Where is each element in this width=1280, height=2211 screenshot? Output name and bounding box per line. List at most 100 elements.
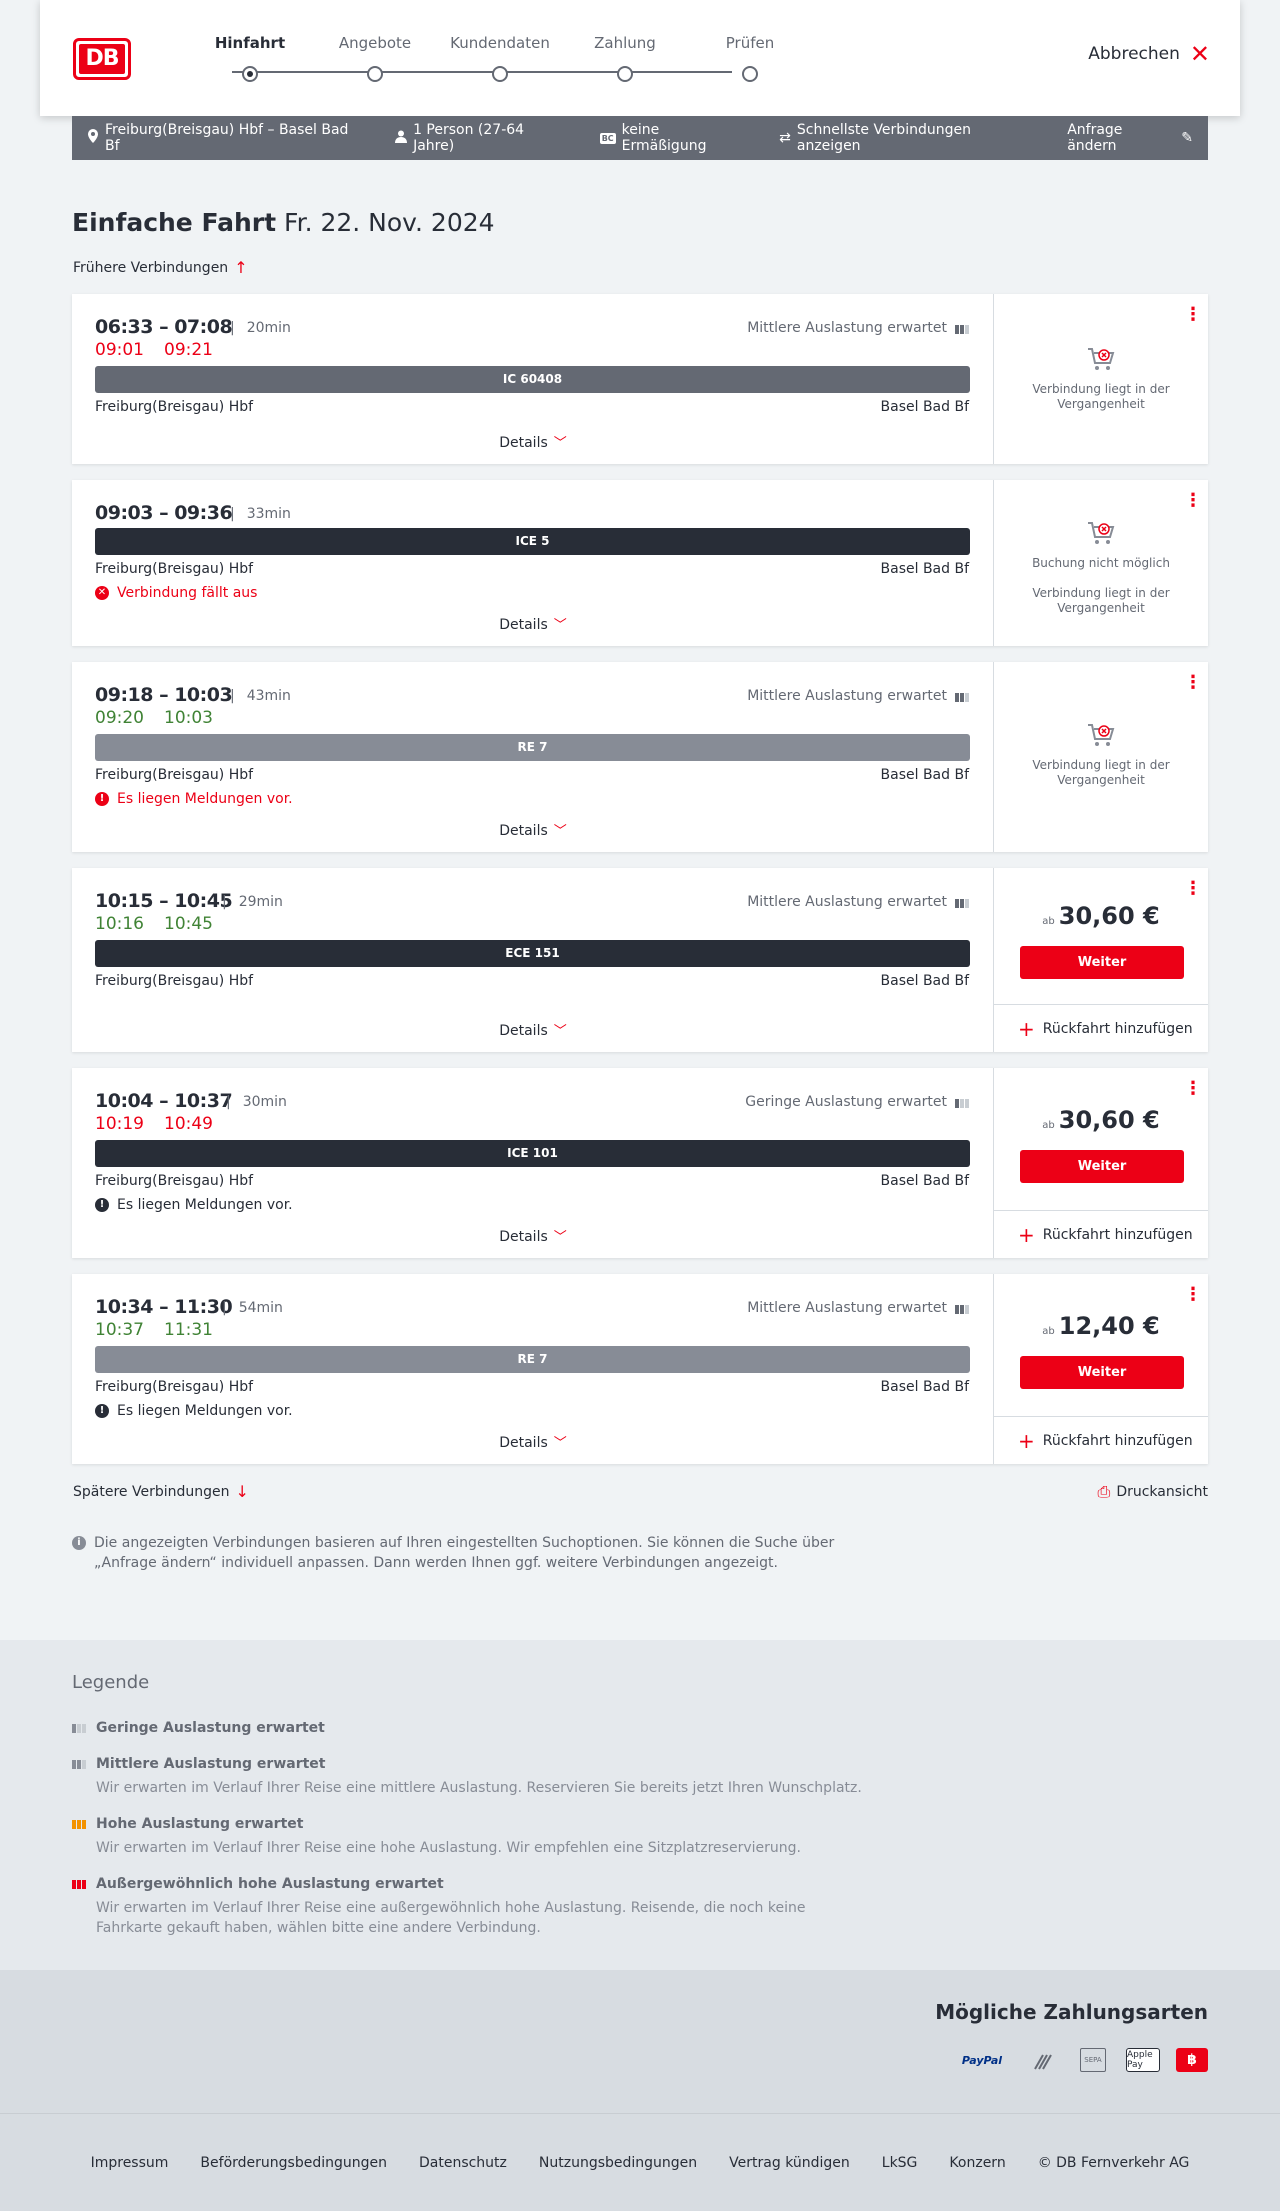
status-text: Verbindung liegt in der Vergangenheit — [994, 722, 1208, 788]
legend-item-high: Hohe Auslastung erwartet Wir erwarten im… — [72, 1816, 872, 1858]
swap-arrows-icon: ⇄ — [779, 130, 791, 146]
chevron-down-icon: ﹀ — [553, 1436, 567, 1451]
alert-icon: ! — [95, 1404, 109, 1418]
load-icon — [955, 1096, 969, 1108]
db-logo[interactable]: DB — [73, 38, 131, 80]
details-toggle[interactable]: Details ﹀ — [72, 1020, 994, 1039]
planned-times: 06:33 – 07:08 — [95, 316, 233, 338]
train-bar: RE 7 — [95, 1346, 970, 1373]
footer-link-konzern[interactable]: Konzern — [949, 2155, 1005, 2171]
departure-station: Freiburg(Breisgau) Hbf — [95, 1379, 254, 1395]
notice-message: ! Es liegen Meldungen vor. — [95, 1403, 293, 1419]
person-icon — [395, 130, 408, 147]
connection-card[interactable]: 10:34 – 11:30 54min Mittlere Auslastung … — [72, 1274, 1208, 1464]
footer-link-impressum[interactable]: Impressum — [91, 2155, 169, 2171]
departure-station: Freiburg(Breisgau) Hbf — [95, 399, 254, 415]
payment-methods-section: Mögliche Zahlungsarten PayPal SEPA Apple… — [0, 1970, 1280, 2113]
realtime-times: 09:01 09:21 — [95, 340, 213, 360]
connection-card[interactable]: 10:04 – 10:37 30min Geringe Auslastung e… — [72, 1068, 1208, 1258]
print-view-link[interactable]: ⎙ Druckansicht — [1098, 1482, 1208, 1502]
chevron-down-icon: ﹀ — [553, 618, 567, 633]
cancel-button[interactable]: Abbrechen ✕ — [1088, 42, 1210, 66]
details-toggle[interactable]: Details ﹀ — [72, 432, 994, 451]
step-hinfahrt[interactable]: Hinfahrt — [200, 34, 300, 82]
later-connections-link[interactable]: Spätere Verbindungen ↓ — [73, 1482, 249, 1501]
footer-link-befoerderungsbedingungen[interactable]: Beförderungsbedingungen — [200, 2155, 387, 2171]
credit-card-icon — [1030, 2048, 1060, 2072]
departure-station: Freiburg(Breisgau) Hbf — [95, 767, 254, 783]
chevron-down-icon: ﹀ — [553, 824, 567, 839]
notice-message: ! Es liegen Meldungen vor. — [95, 791, 293, 807]
footer-link-datenschutz[interactable]: Datenschutz — [419, 2155, 507, 2171]
footer-link-lksg[interactable]: LkSG — [882, 2155, 918, 2171]
planned-times: 10:34 – 11:30 — [95, 1296, 233, 1318]
add-return-button[interactable]: + Rückfahrt hinzufügen — [994, 1416, 1208, 1464]
add-return-button[interactable]: + Rückfahrt hinzufügen — [994, 1004, 1208, 1052]
chevron-down-icon: ﹀ — [553, 1230, 567, 1245]
chevron-down-icon: ﹀ — [553, 436, 567, 451]
more-options-icon[interactable]: ⋮ — [1184, 1286, 1202, 1304]
more-options-icon[interactable]: ⋮ — [1184, 674, 1202, 692]
bahncard-icon: BC — [599, 132, 616, 144]
chevron-down-icon: ﹀ — [553, 1024, 567, 1039]
planned-times: 09:03 – 09:36 — [95, 502, 233, 524]
connection-card[interactable]: 09:18 – 10:03 43min Mittlere Auslastung … — [72, 662, 1208, 852]
duration: 54min — [222, 1300, 283, 1316]
details-toggle[interactable]: Details ﹀ — [72, 1226, 994, 1245]
realtime-times: 10:19 10:49 — [95, 1114, 213, 1134]
db-bonus-icon: ฿ — [1176, 2048, 1208, 2072]
status-text: Verbindung liegt in der Vergangenheit — [994, 346, 1208, 412]
duration: 43min — [230, 688, 291, 704]
plus-icon: + — [1018, 1428, 1035, 1453]
duration: 30min — [226, 1094, 287, 1110]
footer-link-nutzungsbedingungen[interactable]: Nutzungsbedingungen — [539, 2155, 697, 2171]
details-toggle[interactable]: Details ﹀ — [72, 1432, 994, 1451]
continue-button[interactable]: Weiter — [1020, 946, 1184, 979]
price: ab 30,60 € — [1042, 1106, 1160, 1134]
earlier-connections-link[interactable]: Frühere Verbindungen ↑ — [73, 258, 248, 277]
more-options-icon[interactable]: ⋮ — [1184, 492, 1202, 510]
planned-times: 09:18 – 10:03 — [95, 684, 233, 706]
load-indicator: Mittlere Auslastung erwartet — [747, 320, 969, 336]
more-options-icon[interactable]: ⋮ — [1184, 306, 1202, 324]
alert-icon: ! — [95, 792, 109, 806]
status-text: Buchung nicht möglich Verbindung liegt in… — [994, 520, 1208, 616]
connection-card[interactable]: 09:03 – 09:36 33min ICE 5 Freiburg(Breis… — [72, 480, 1208, 646]
cancellation-message: ✕ Verbindung fällt aus — [95, 585, 257, 601]
paypal-icon: PayPal — [961, 2053, 1003, 2067]
realtime-times: 10:16 10:45 — [95, 914, 213, 934]
load-icon — [955, 1302, 969, 1314]
route-info: Freiburg(Breisgau) Hbf – Basel Bad Bf — [87, 122, 361, 154]
footer-link-vertrag-kuendigen[interactable]: Vertrag kündigen — [729, 2155, 850, 2171]
search-summary-bar: Freiburg(Breisgau) Hbf – Basel Bad Bf 1 … — [72, 116, 1208, 160]
continue-button[interactable]: Weiter — [1020, 1150, 1184, 1183]
sepa-icon: SEPA — [1080, 2048, 1106, 2072]
load-indicator: Geringe Auslastung erwartet — [745, 1094, 969, 1110]
arrow-down-icon: ↓ — [235, 1482, 249, 1501]
details-toggle[interactable]: Details ﹀ — [72, 614, 994, 633]
info-note: i Die angezeigten Verbindungen basieren a… — [72, 1533, 852, 1573]
details-toggle[interactable]: Details ﹀ — [72, 820, 994, 839]
change-request-button[interactable]: Anfrage ändern ✎ — [1067, 122, 1193, 154]
load-very-high-icon — [72, 1879, 88, 1889]
arrival-station: Basel Bad Bf — [880, 1173, 969, 1189]
add-return-button[interactable]: + Rückfahrt hinzufügen — [994, 1210, 1208, 1258]
more-options-icon[interactable]: ⋮ — [1184, 880, 1202, 898]
departure-station: Freiburg(Breisgau) Hbf — [95, 561, 254, 577]
discount-info: BC keine Ermäßigung — [599, 122, 707, 154]
page-title: Einfache Fahrt Fr. 22. Nov. 2024 — [72, 208, 495, 237]
fastest-connections-toggle[interactable]: ⇄ Schnellste Verbindungen anzeigen — [779, 122, 1033, 154]
load-icon — [955, 690, 969, 702]
arrival-station: Basel Bad Bf — [880, 767, 969, 783]
legend-item-low: Geringe Auslastung erwartet — [72, 1720, 872, 1736]
step-angebote: Angebote — [325, 34, 425, 82]
connection-card[interactable]: 10:15 – 10:45 29min Mittlere Auslastung … — [72, 868, 1208, 1052]
connection-card[interactable]: 06:33 – 07:08 20min Mittlere Auslastung … — [72, 294, 1208, 464]
load-low-icon — [72, 1723, 88, 1733]
planned-times: 10:04 – 10:37 — [95, 1090, 233, 1112]
payment-title: Mögliche Zahlungsarten — [935, 2000, 1208, 2024]
more-options-icon[interactable]: ⋮ — [1184, 1080, 1202, 1098]
continue-button[interactable]: Weiter — [1020, 1356, 1184, 1389]
legend-item-medium: Mittlere Auslastung erwartet Wir erwarte… — [72, 1756, 872, 1798]
persons-info: 1 Person (27-64 Jahre) — [395, 122, 566, 154]
